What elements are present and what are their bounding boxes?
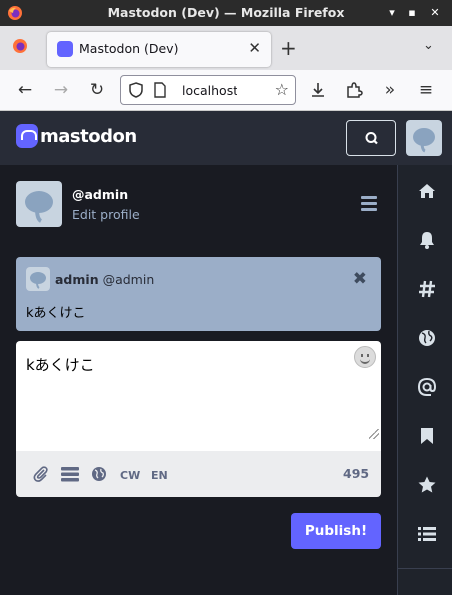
maximize-button[interactable]: ▪ bbox=[405, 6, 419, 20]
extensions-icon[interactable] bbox=[344, 80, 364, 100]
new-tab-button[interactable]: + bbox=[280, 36, 297, 60]
window-titlebar: Mastodon (Dev) — Mozilla Firefox ▾ ▪ ✕ bbox=[0, 0, 452, 26]
reply-author: admin @admin bbox=[55, 272, 154, 287]
profile-avatar[interactable] bbox=[16, 181, 62, 227]
emoji-picker-icon[interactable] bbox=[354, 346, 376, 368]
reply-content: kあくけこ bbox=[26, 306, 86, 321]
poll-icon[interactable] bbox=[60, 466, 80, 482]
reply-indicator: admin @admin ✖ kあくけこ bbox=[16, 257, 381, 331]
hamburger-menu-icon[interactable]: ≡ bbox=[416, 80, 436, 100]
reply-display-name: admin bbox=[55, 272, 99, 287]
mastodon-logo[interactable]: mastodon bbox=[16, 124, 137, 148]
bookmark-icon[interactable] bbox=[417, 426, 437, 446]
reply-acct: @admin bbox=[102, 272, 155, 287]
search-icon bbox=[365, 132, 378, 145]
nav-divider bbox=[397, 568, 452, 569]
navigation-bar: ← → ↻ localhost:300 ☆ » ≡ bbox=[0, 70, 452, 111]
tab-label: Mastodon (Dev) bbox=[79, 41, 179, 56]
overflow-menu-icon[interactable]: » bbox=[380, 80, 400, 100]
resize-handle-icon[interactable] bbox=[369, 429, 379, 439]
hashtag-icon[interactable] bbox=[417, 279, 437, 299]
search-button[interactable] bbox=[346, 120, 396, 156]
list-icon[interactable] bbox=[417, 524, 437, 544]
mastodon-wordmark: mastodon bbox=[40, 125, 137, 147]
downloads-icon[interactable] bbox=[308, 80, 328, 100]
compose-menu-icon[interactable] bbox=[361, 196, 377, 214]
bell-icon[interactable] bbox=[417, 230, 437, 250]
profile-handle: @admin bbox=[72, 187, 129, 202]
elephant-avatar-icon bbox=[25, 191, 53, 223]
compose-text: kあくけこ bbox=[26, 356, 95, 374]
page-info-icon[interactable] bbox=[154, 82, 166, 98]
elephant-avatar-icon bbox=[30, 272, 46, 289]
paperclip-icon[interactable] bbox=[32, 465, 50, 483]
cancel-reply-icon[interactable]: ✖ bbox=[353, 269, 367, 289]
at-icon[interactable] bbox=[417, 377, 437, 397]
mastodon-logo-icon bbox=[16, 124, 38, 148]
content-warning-button[interactable]: CW bbox=[120, 469, 140, 482]
forward-arrow-icon[interactable]: → bbox=[51, 80, 71, 100]
character-counter: 495 bbox=[343, 466, 370, 481]
reload-icon[interactable]: ↻ bbox=[87, 80, 107, 100]
language-button[interactable]: EN bbox=[151, 469, 168, 482]
reply-avatar bbox=[26, 267, 50, 291]
close-tab-icon[interactable]: ✕ bbox=[248, 39, 261, 57]
url-bar[interactable]: localhost:300 ☆ bbox=[120, 75, 296, 105]
elephant-avatar-icon bbox=[413, 128, 435, 153]
edit-profile-link[interactable]: Edit profile bbox=[72, 207, 140, 222]
mastodon-favicon-icon bbox=[57, 41, 73, 57]
shield-icon[interactable] bbox=[129, 82, 143, 98]
bookmark-star-icon[interactable]: ☆ bbox=[275, 80, 289, 99]
list-all-tabs-chevron-icon[interactable]: ⌄ bbox=[423, 38, 434, 53]
publish-button[interactable]: Publish! bbox=[291, 513, 381, 549]
tab-mastodon[interactable]: Mastodon (Dev) ✕ bbox=[47, 32, 271, 67]
globe-visibility-icon[interactable] bbox=[91, 466, 107, 482]
globe-icon[interactable] bbox=[417, 328, 437, 348]
star-icon[interactable] bbox=[417, 475, 437, 495]
minimize-button[interactable]: ▾ bbox=[385, 6, 399, 20]
home-icon[interactable] bbox=[417, 181, 437, 201]
close-window-button[interactable]: ✕ bbox=[428, 6, 442, 20]
header-avatar[interactable] bbox=[406, 120, 442, 156]
firefox-view-icon[interactable] bbox=[12, 38, 28, 54]
compose-textarea[interactable]: kあくけこ bbox=[16, 341, 381, 451]
url-text: localhost:300 bbox=[182, 83, 237, 98]
back-arrow-icon[interactable]: ← bbox=[15, 80, 35, 100]
